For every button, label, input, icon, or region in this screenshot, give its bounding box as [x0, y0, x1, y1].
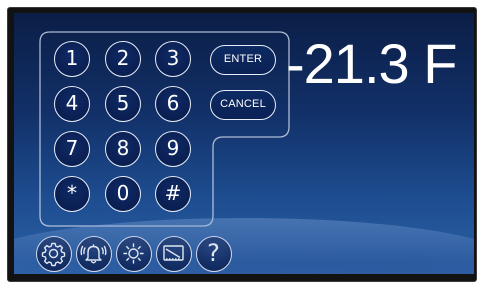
key-asterisk[interactable]: * [54, 176, 90, 212]
key-8[interactable]: 8 [105, 131, 141, 167]
key-0[interactable]: 0 [105, 176, 141, 212]
key-3[interactable]: 3 [155, 41, 191, 77]
help-button[interactable]: ? [196, 236, 232, 272]
cancel-button[interactable]: CANCEL [210, 90, 276, 120]
key-6[interactable]: 6 [155, 86, 191, 122]
key-5[interactable]: 5 [105, 86, 141, 122]
display-screen-icon [163, 245, 184, 261]
settings-gear-icon [41, 242, 66, 267]
display-settings-button[interactable] [156, 236, 192, 272]
temperature-reading: -21.3 F [286, 32, 457, 95]
keypad-panel: 1 2 3 4 5 6 7 8 9 * 0 # ENTER CANCEL [39, 31, 291, 227]
key-7[interactable]: 7 [54, 131, 90, 167]
key-9[interactable]: 9 [155, 131, 191, 167]
key-4[interactable]: 4 [54, 86, 90, 122]
settings-button[interactable] [36, 236, 72, 272]
alarm-button[interactable] [76, 236, 112, 272]
brightness-sun-icon [123, 243, 144, 264]
alarm-bell-icon [80, 244, 107, 264]
touch-screen: 1 2 3 4 5 6 7 8 9 * 0 # ENTER CANCEL -21… [14, 13, 474, 274]
key-hash[interactable]: # [155, 176, 191, 212]
key-2[interactable]: 2 [105, 41, 141, 77]
enter-button[interactable]: ENTER [210, 45, 276, 75]
key-1[interactable]: 1 [54, 41, 90, 77]
brightness-button[interactable] [116, 236, 152, 272]
help-icon: ? [207, 239, 220, 267]
